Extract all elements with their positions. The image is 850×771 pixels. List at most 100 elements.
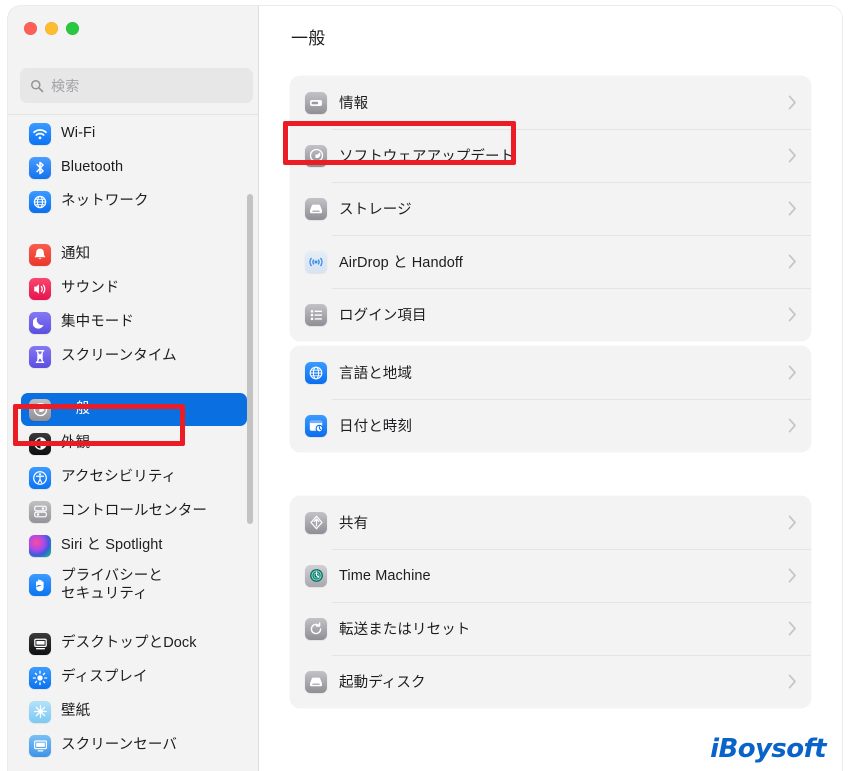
screensaver-icon [29, 734, 51, 757]
screen-time-hourglass-icon [29, 345, 51, 368]
chevron-right-icon [788, 201, 796, 216]
privacy-hand-icon [29, 574, 51, 596]
sidebar-item-label: ディスプレイ [61, 669, 148, 686]
sidebar-item-notifications-bell[interactable]: 通知 [21, 238, 247, 271]
sidebar-item-screensaver[interactable]: スクリーンセーバ [21, 729, 247, 762]
chevron-right-icon [788, 307, 796, 322]
sidebar-item-label: スクリーンセーバ [61, 737, 177, 754]
settings-row-label: 言語と地域 [339, 366, 412, 382]
chevron-right-icon [788, 515, 796, 530]
display-brightness-icon [29, 666, 51, 689]
settings-row-label: ソフトウェアアップデート [339, 149, 515, 165]
sidebar-item-network-globe[interactable]: ネットワーク [21, 185, 247, 218]
sidebar-item-label: 通知 [61, 246, 91, 263]
sidebar-group-2: 通知サウンド集中モードスクリーンタイム [8, 238, 259, 373]
time-machine-icon [305, 564, 327, 587]
settings-row-label: 日付と時刻 [339, 419, 412, 435]
focus-moon-icon [29, 311, 51, 334]
chevron-right-icon [788, 254, 796, 269]
search-placeholder: 検索 [51, 77, 80, 94]
search-input[interactable]: 検索 [20, 68, 253, 103]
chevron-right-icon [788, 365, 796, 380]
settings-row-airdrop[interactable]: AirDrop と Handoff [290, 235, 811, 288]
chevron-right-icon [788, 568, 796, 583]
sidebar-item-desktop-dock[interactable]: デスクトップとDock [21, 627, 247, 660]
settings-row-date-time[interactable]: 日付と時刻 [290, 399, 811, 452]
settings-card-1: 情報ソフトウェアアップデート ストレージ AirDrop と Handoff ログイン… [290, 76, 811, 341]
sidebar-item-bluetooth[interactable]: Bluetooth [21, 151, 247, 184]
sidebar-item-label: 壁紙 [61, 703, 91, 720]
settings-row-time-machine[interactable]: Time Machine [290, 549, 811, 602]
sidebar-item-label: プライバシーと セキュリティ [61, 567, 163, 602]
close-button[interactable] [24, 22, 37, 35]
accessibility-icon [29, 466, 51, 489]
sidebar-item-appearance[interactable]: 外観 [21, 427, 247, 460]
chevron-right-icon [788, 148, 796, 163]
sidebar-item-label: スクリーンタイム [61, 348, 177, 365]
search-icon [31, 79, 44, 92]
zoom-button[interactable] [66, 22, 79, 35]
sidebar-scroll-area[interactable]: Wi-Fi Bluetooth ネットワーク通知サウンド集中モードスクリーンタイム一… [8, 116, 259, 771]
sidebar-item-label: デスクトップとDock [61, 635, 197, 652]
sidebar-item-control-center[interactable]: コントロールセンター [21, 495, 247, 528]
sidebar-item-siri[interactable]: Siri と Spotlight [21, 529, 247, 562]
sidebar-item-label: サウンド [61, 280, 120, 297]
settings-row-label: 起動ディスク [339, 675, 426, 691]
settings-row-label: 情報 [339, 96, 369, 112]
sidebar-item-accessibility[interactable]: アクセシビリティ [21, 461, 247, 494]
wifi-icon [29, 122, 51, 145]
wallpaper-icon [29, 700, 51, 723]
bluetooth-icon [29, 156, 51, 179]
settings-row-software-update[interactable]: ソフトウェアアップデート [290, 129, 811, 182]
control-center-icon [29, 500, 51, 523]
settings-row-startup-disk[interactable]: 起動ディスク [290, 655, 811, 708]
sidebar-item-label: Wi-Fi [61, 125, 96, 142]
desktop-dock-icon [29, 632, 51, 655]
settings-row-transfer-reset[interactable]: 転送またはリセット [290, 602, 811, 655]
sidebar-group-4: デスクトップとDock ディスプレイ 壁紙スクリーンセーバ [8, 627, 259, 762]
settings-row-label: 共有 [339, 516, 369, 532]
appearance-icon [29, 432, 51, 455]
airdrop-icon [305, 250, 327, 273]
settings-card-2: 言語と地域日付と時刻 [290, 346, 811, 452]
sidebar-item-wifi[interactable]: Wi-Fi [21, 117, 247, 150]
sidebar-item-sound-speaker[interactable]: サウンド [21, 272, 247, 305]
sidebar: 検索 Wi-Fi Bluetooth ネットワーク通知サウンド集中モードスクリーンタ… [8, 6, 259, 771]
settings-row-label: AirDrop と Handoff [339, 255, 463, 271]
settings-row-label: 転送またはリセット [339, 622, 471, 638]
main-panel: 一般 情報 ソフトウェアアップデート ストレージ AirDrop と Handoff ロ… [259, 6, 842, 771]
settings-row-storage-disk[interactable]: ストレージ [290, 182, 811, 235]
transfer-reset-icon [305, 617, 327, 640]
settings-row-sharing[interactable]: 共有 [290, 496, 811, 549]
sharing-icon [305, 511, 327, 534]
minimize-button[interactable] [45, 22, 58, 35]
chevron-right-icon [788, 674, 796, 689]
sidebar-item-label: 一般 [61, 401, 91, 418]
sidebar-scrollbar[interactable] [247, 194, 253, 524]
date-time-icon [305, 414, 327, 437]
sidebar-item-screen-time-hourglass[interactable]: スクリーンタイム [21, 340, 247, 373]
software-update-icon [305, 144, 327, 167]
sidebar-item-focus-moon[interactable]: 集中モード [21, 306, 247, 339]
settings-row-language-region[interactable]: 言語と地域 [290, 346, 811, 399]
sidebar-item-general-gear[interactable]: 一般 [21, 393, 247, 426]
sidebar-item-display-brightness[interactable]: ディスプレイ [21, 661, 247, 694]
chevron-right-icon [788, 621, 796, 636]
chevron-right-icon [788, 418, 796, 433]
network-globe-icon [29, 190, 51, 213]
siri-icon [29, 534, 51, 557]
notifications-bell-icon [29, 243, 51, 266]
settings-row-label: Time Machine [339, 567, 431, 584]
settings-row-about-mac[interactable]: 情報 [290, 76, 811, 129]
sidebar-item-wallpaper[interactable]: 壁紙 [21, 695, 247, 728]
settings-row-label: ストレージ [339, 202, 412, 218]
chevron-right-icon [788, 95, 796, 110]
sidebar-item-privacy-hand[interactable]: プライバシーと セキュリティ [21, 563, 247, 607]
sound-speaker-icon [29, 277, 51, 300]
traffic-lights [24, 22, 79, 35]
sidebar-item-label: Siri と Spotlight [61, 537, 163, 554]
settings-row-login-items[interactable]: ログイン項目 [290, 288, 811, 341]
storage-disk-icon [305, 197, 327, 220]
